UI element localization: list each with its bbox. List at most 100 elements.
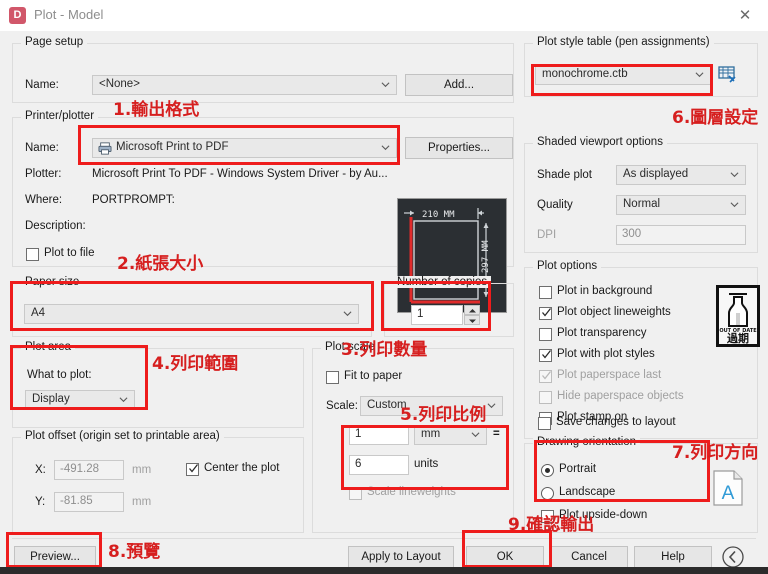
offset-y-input[interactable]: -81.85 bbox=[54, 492, 124, 512]
scale-denominator-input[interactable]: 6 bbox=[349, 455, 409, 475]
plot-option-label-2: Plot transparency bbox=[557, 327, 647, 339]
copies-input[interactable]: 1 bbox=[411, 305, 463, 325]
plot-to-file-label: Plot to file bbox=[44, 247, 95, 259]
plot-option-label-1: Plot object lineweights bbox=[557, 306, 671, 318]
scale-lineweights-checkbox bbox=[349, 487, 362, 500]
plot-offset-group: Plot offset (origin set to printable are… bbox=[12, 430, 304, 533]
annotation-label-7: 7.列印方向 bbox=[672, 443, 759, 463]
fit-to-paper-checkbox[interactable] bbox=[326, 371, 339, 384]
printer-name-combo[interactable]: Microsoft Print to PDF bbox=[92, 138, 397, 158]
quality-combo[interactable]: Normal bbox=[616, 195, 746, 215]
shaded-viewport-group: Shaded viewport options Shade plot As di… bbox=[524, 136, 758, 253]
copies-value: 1 bbox=[417, 308, 424, 320]
portrait-radio[interactable] bbox=[541, 464, 554, 477]
fit-to-paper-label: Fit to paper bbox=[344, 370, 403, 382]
plot-scale-group: Plot scale Fit to paper Scale: Custom 1 … bbox=[312, 341, 514, 533]
scale-numerator-input[interactable]: 1 bbox=[349, 425, 409, 445]
copies-stepper-down[interactable] bbox=[464, 315, 480, 325]
plot-style-value: monochrome.ctb bbox=[542, 68, 628, 80]
portrait-page-a-icon: A bbox=[713, 470, 743, 506]
where-value: PORTPROMPT: bbox=[92, 194, 175, 206]
chevron-down-icon bbox=[381, 82, 390, 88]
shade-plot-combo[interactable]: As displayed bbox=[616, 165, 746, 185]
quality-label: Quality bbox=[537, 199, 573, 211]
annotation-label-1: 1.輸出格式 bbox=[113, 100, 200, 120]
plot-options-caption: Plot options bbox=[533, 260, 602, 272]
offset-x-input[interactable]: -491.28 bbox=[54, 460, 124, 480]
plot-option-checkbox-2[interactable] bbox=[539, 328, 552, 341]
copies-group: Number of copies 1 bbox=[384, 276, 514, 337]
plot-style-edit-icon[interactable] bbox=[717, 64, 738, 85]
chevron-down-icon bbox=[471, 432, 480, 438]
scale-label: Scale: bbox=[326, 400, 358, 412]
plot-area-caption: Plot area bbox=[21, 341, 76, 353]
copies-stepper-up[interactable] bbox=[464, 305, 480, 315]
preview-button[interactable]: Preview... bbox=[14, 546, 96, 568]
chevron-left-circle-icon[interactable] bbox=[721, 545, 745, 569]
plot-option-label-3: Plot with plot styles bbox=[557, 348, 655, 360]
scale-unit-combo[interactable]: mm bbox=[414, 425, 487, 445]
plot-style-caption: Plot style table (pen assignments) bbox=[533, 36, 714, 48]
center-the-plot-checkbox[interactable] bbox=[186, 463, 199, 476]
offset-x-unit: mm bbox=[132, 464, 152, 476]
chevron-down-icon bbox=[119, 397, 128, 403]
shade-plot-label: Shade plot bbox=[537, 169, 592, 181]
window-title: Plot - Model bbox=[34, 7, 104, 22]
plot-option-checkbox-0[interactable] bbox=[539, 286, 552, 299]
apply-to-layout-button[interactable]: Apply to Layout bbox=[348, 546, 454, 568]
scale-denominator-value: 6 bbox=[355, 458, 362, 470]
description-label: Description: bbox=[25, 220, 86, 232]
checkmark-icon bbox=[189, 464, 199, 473]
cancel-button[interactable]: Cancel bbox=[550, 546, 628, 568]
plot-option-checkbox-5 bbox=[539, 391, 552, 404]
save-changes-to-layout-checkbox[interactable] bbox=[538, 417, 551, 430]
page-setup-name-combo[interactable]: <None> bbox=[92, 75, 397, 95]
what-to-plot-label: What to plot: bbox=[27, 369, 92, 381]
plot-option-label-0: Plot in background bbox=[557, 285, 653, 297]
printer-properties-button[interactable]: Properties... bbox=[405, 137, 513, 159]
dpi-input: 300 bbox=[616, 225, 746, 245]
annotation-label-8: 8.預覽 bbox=[108, 542, 161, 562]
plot-style-combo[interactable]: monochrome.ctb bbox=[535, 65, 711, 85]
svg-text:210 MM: 210 MM bbox=[422, 210, 455, 220]
landscape-label: Landscape bbox=[559, 486, 616, 498]
close-icon[interactable]: ✕ bbox=[722, 0, 768, 31]
page-setup-name-value: <None> bbox=[99, 78, 140, 90]
offset-y-label: Y: bbox=[35, 496, 46, 508]
help-button[interactable]: Help bbox=[634, 546, 712, 568]
offset-y-value: -81.85 bbox=[60, 495, 93, 507]
dpi-label: DPI bbox=[537, 229, 557, 241]
paper-size-caption: Paper size bbox=[21, 276, 84, 288]
annotation-label-9: 9.確認輸出 bbox=[508, 515, 595, 535]
printer-name-value: Microsoft Print to PDF bbox=[116, 141, 229, 153]
what-to-plot-combo[interactable]: Display bbox=[25, 390, 135, 410]
scale-lineweights-label: Scale lineweights bbox=[367, 486, 456, 498]
chevron-down-icon bbox=[343, 311, 352, 317]
chevron-down-icon bbox=[730, 172, 739, 178]
annotation-label-4: 4.列印範圍 bbox=[152, 354, 239, 374]
annotation-label-3: 3.列印數量 bbox=[341, 340, 428, 360]
portrait-radio-dot bbox=[545, 468, 550, 473]
plotter-value: Microsoft Print To PDF - Windows System … bbox=[92, 168, 388, 180]
chevron-down-icon bbox=[381, 145, 390, 151]
copies-stepper[interactable] bbox=[464, 305, 480, 325]
landscape-radio[interactable] bbox=[541, 487, 554, 500]
add-page-setup-button[interactable]: Add... bbox=[405, 74, 513, 96]
bottom-bar bbox=[0, 567, 768, 574]
offset-x-label: X: bbox=[35, 464, 46, 476]
page-setup-name-label: Name: bbox=[25, 79, 59, 91]
offset-y-unit: mm bbox=[132, 496, 152, 508]
annotation-label-5: 5.列印比例 bbox=[400, 405, 487, 425]
paper-size-group: Paper size A4 bbox=[12, 276, 372, 337]
page-setup-group: Page setup Name: <None> Add... bbox=[12, 36, 514, 103]
plot-offset-caption: Plot offset (origin set to printable are… bbox=[21, 430, 224, 442]
printer-icon bbox=[98, 142, 112, 155]
plot-to-file-checkbox[interactable] bbox=[26, 248, 39, 261]
plot-option-checkbox-3[interactable] bbox=[539, 349, 552, 362]
annotation-label-6: 6.圖層設定 bbox=[672, 108, 759, 128]
drawing-orientation-caption: Drawing orientation bbox=[533, 436, 641, 448]
plot-option-checkbox-1[interactable] bbox=[539, 307, 552, 320]
paper-size-combo[interactable]: A4 bbox=[24, 304, 359, 324]
ok-button[interactable]: OK bbox=[466, 546, 544, 568]
checkmark-icon bbox=[542, 308, 552, 317]
